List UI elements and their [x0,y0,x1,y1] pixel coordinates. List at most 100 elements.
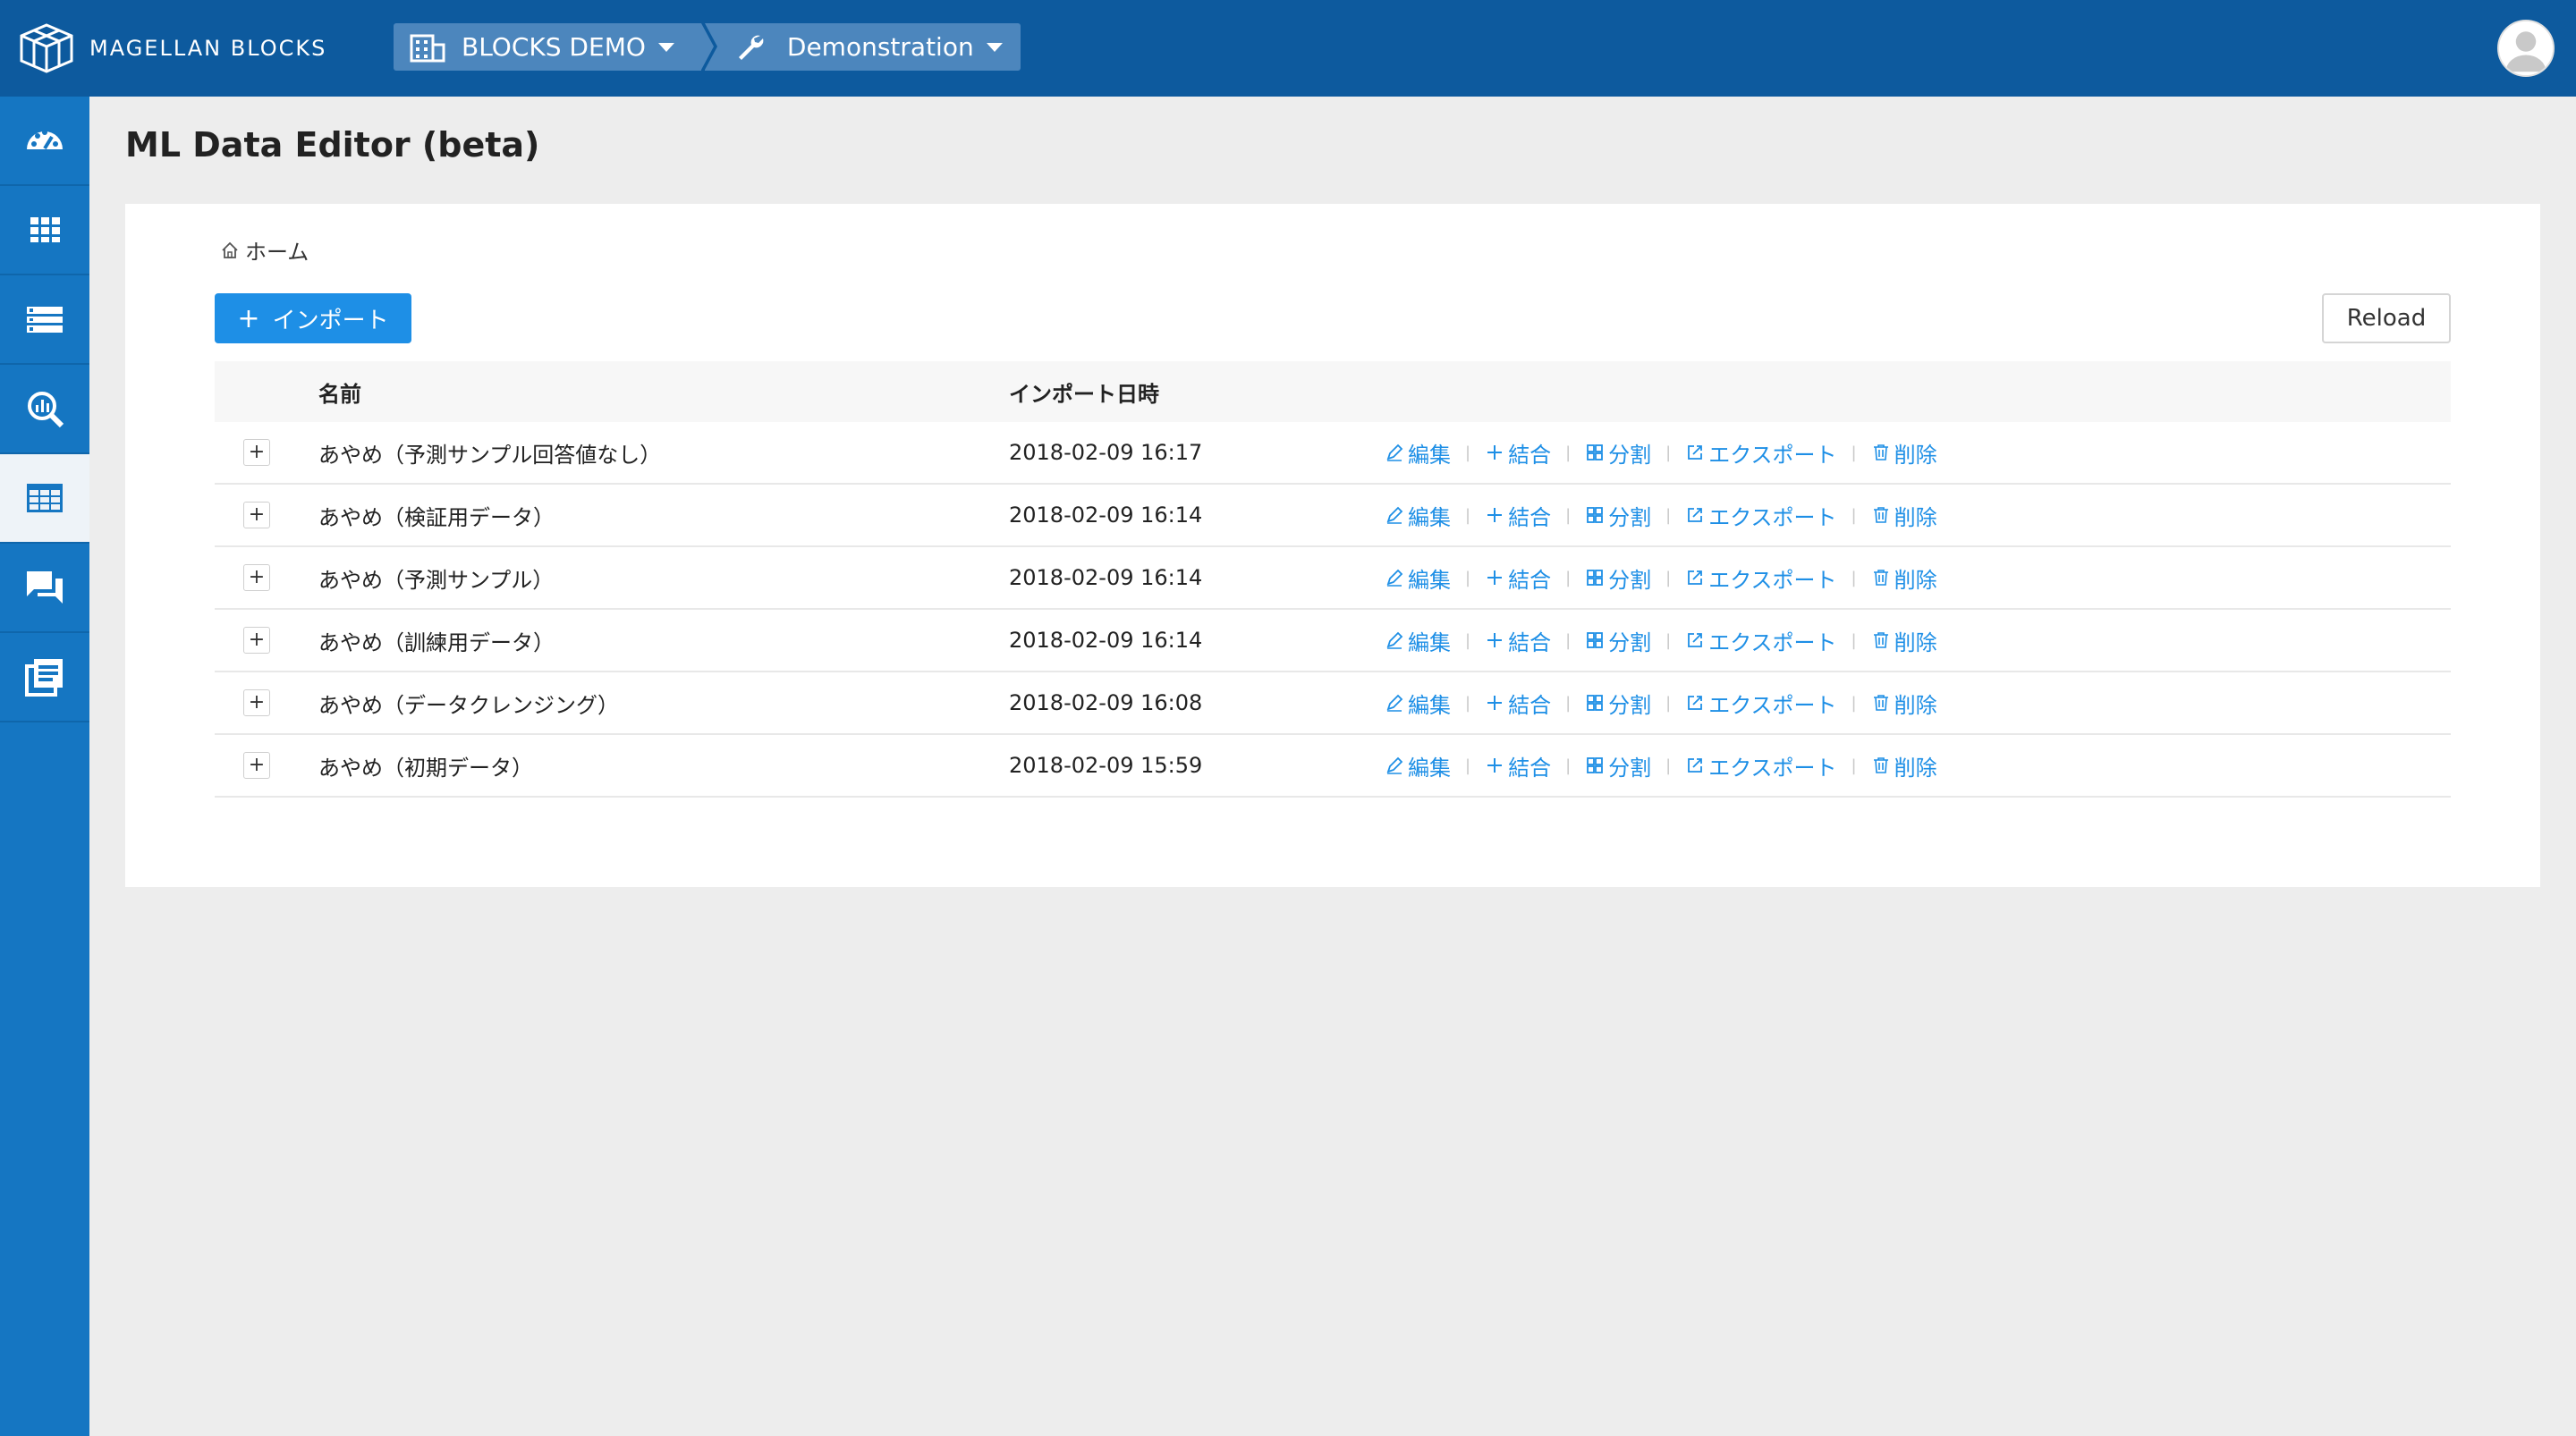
import-date: 2018-02-09 16:14 [1009,565,1203,590]
merge-link[interactable]: 結合 [1485,625,1551,656]
divider: | [1851,505,1857,525]
expand-row-button[interactable]: + [243,502,270,528]
edit-link[interactable]: 編集 [1385,437,1451,469]
split-link[interactable]: 分割 [1585,500,1651,531]
divider: | [1665,756,1672,775]
delete-link[interactable]: 削除 [1871,437,1937,469]
expand-row-button[interactable]: + [243,627,270,654]
split-link[interactable]: 分割 [1585,562,1651,594]
project-selector[interactable]: Demonstration [704,23,1021,71]
sidebar-item-ml-data-editor[interactable] [0,454,89,544]
edit-link[interactable]: 編集 [1385,625,1451,656]
export-link[interactable]: エクスポート [1685,688,1837,719]
divider: | [1665,568,1672,587]
sidebar-item-documents[interactable] [0,633,89,722]
edit-link[interactable]: 編集 [1385,562,1451,594]
pencil-icon [1386,756,1403,774]
export-link[interactable]: エクスポート [1685,500,1837,531]
edit-label: 編集 [1408,629,1451,655]
reload-button[interactable]: Reload [2322,293,2451,343]
split-link[interactable]: 分割 [1585,625,1651,656]
chat-icon [27,571,63,604]
table-icon [27,484,63,512]
delete-link[interactable]: 削除 [1871,500,1937,531]
edit-label: 編集 [1408,755,1451,781]
divider: | [1565,443,1572,462]
merge-label: 結合 [1508,755,1552,781]
import-date: 2018-02-09 16:17 [1009,440,1203,465]
export-icon [1688,570,1703,585]
pencil-icon [1386,631,1403,649]
edit-link[interactable]: 編集 [1385,750,1451,781]
split-link[interactable]: 分割 [1585,750,1651,781]
import-button[interactable]: + インポート [215,293,411,343]
divider: | [1851,756,1857,775]
delete-label: 削除 [1894,692,1937,718]
split-link[interactable]: 分割 [1585,437,1651,469]
divider: | [1665,505,1672,525]
divider: | [1565,505,1572,525]
home-icon [222,241,238,258]
list-icon [27,307,63,333]
import-label: インポート [272,307,389,334]
merge-link[interactable]: 結合 [1485,500,1551,531]
export-link[interactable]: エクスポート [1685,625,1837,656]
split-label: 分割 [1608,504,1652,530]
expand-row-button[interactable]: + [243,564,270,591]
delete-label: 削除 [1894,755,1937,781]
merge-link[interactable]: 結合 [1485,688,1551,719]
page-title: ML Data Editor (beta) [125,125,540,165]
export-link[interactable]: エクスポート [1685,437,1837,469]
export-icon [1688,445,1703,460]
brand-name: MAGELLAN BLOCKS [89,36,327,61]
row-actions: 編集 | 結合 | 分割 | エクスポート | 削除 [1385,688,1937,719]
sidebar-item-blocks[interactable] [0,186,89,275]
split-label: 分割 [1608,567,1652,593]
expand-row-button[interactable]: + [243,752,270,779]
user-avatar[interactable] [2497,20,2555,77]
plus-icon [1487,696,1503,710]
org-selector[interactable]: BLOCKS DEMO [394,23,714,71]
documents-icon [25,659,63,697]
merge-link[interactable]: 結合 [1485,562,1551,594]
merge-label: 結合 [1508,692,1552,718]
plus-icon [1487,633,1503,647]
brand[interactable]: MAGELLAN BLOCKS [16,0,326,97]
delete-link[interactable]: 削除 [1871,562,1937,594]
trash-icon [1873,757,1888,773]
export-label: エクスポート [1708,442,1837,468]
delete-link[interactable]: 削除 [1871,625,1937,656]
delete-link[interactable]: 削除 [1871,750,1937,781]
delete-label: 削除 [1894,442,1937,468]
delete-link[interactable]: 削除 [1871,688,1937,719]
table-row: + あやめ（初期データ） 2018-02-09 15:59 編集 | 結合 | … [215,735,2451,798]
delete-label: 削除 [1894,567,1937,593]
sidebar-item-chat[interactable] [0,544,89,633]
import-date: 2018-02-09 16:14 [1009,628,1203,653]
export-link[interactable]: エクスポート [1685,750,1837,781]
expand-row-button[interactable]: + [243,689,270,716]
export-label: エクスポート [1708,629,1837,655]
divider: | [1565,568,1572,587]
sidebar-item-dashboard[interactable] [0,97,89,186]
export-icon [1688,633,1703,647]
trash-icon [1873,444,1888,460]
divider: | [1465,693,1471,713]
sidebar-item-list[interactable] [0,275,89,365]
delete-label: 削除 [1894,504,1937,530]
export-link[interactable]: エクスポート [1685,562,1837,594]
merge-link[interactable]: 結合 [1485,750,1551,781]
sidebar-item-analytics[interactable] [0,365,89,454]
wrench-icon [735,32,771,63]
table-row: + あやめ（データクレンジング） 2018-02-09 16:08 編集 | 結… [215,672,2451,735]
trash-icon [1873,570,1888,586]
breadcrumb[interactable]: ホーム [220,234,309,266]
split-link[interactable]: 分割 [1585,688,1651,719]
export-icon [1688,508,1703,522]
edit-link[interactable]: 編集 [1385,500,1451,531]
merge-link[interactable]: 結合 [1485,437,1551,469]
expand-row-button[interactable]: + [243,439,270,466]
row-actions: 編集 | 結合 | 分割 | エクスポート | 削除 [1385,437,1937,469]
divider: | [1665,630,1672,650]
edit-link[interactable]: 編集 [1385,688,1451,719]
